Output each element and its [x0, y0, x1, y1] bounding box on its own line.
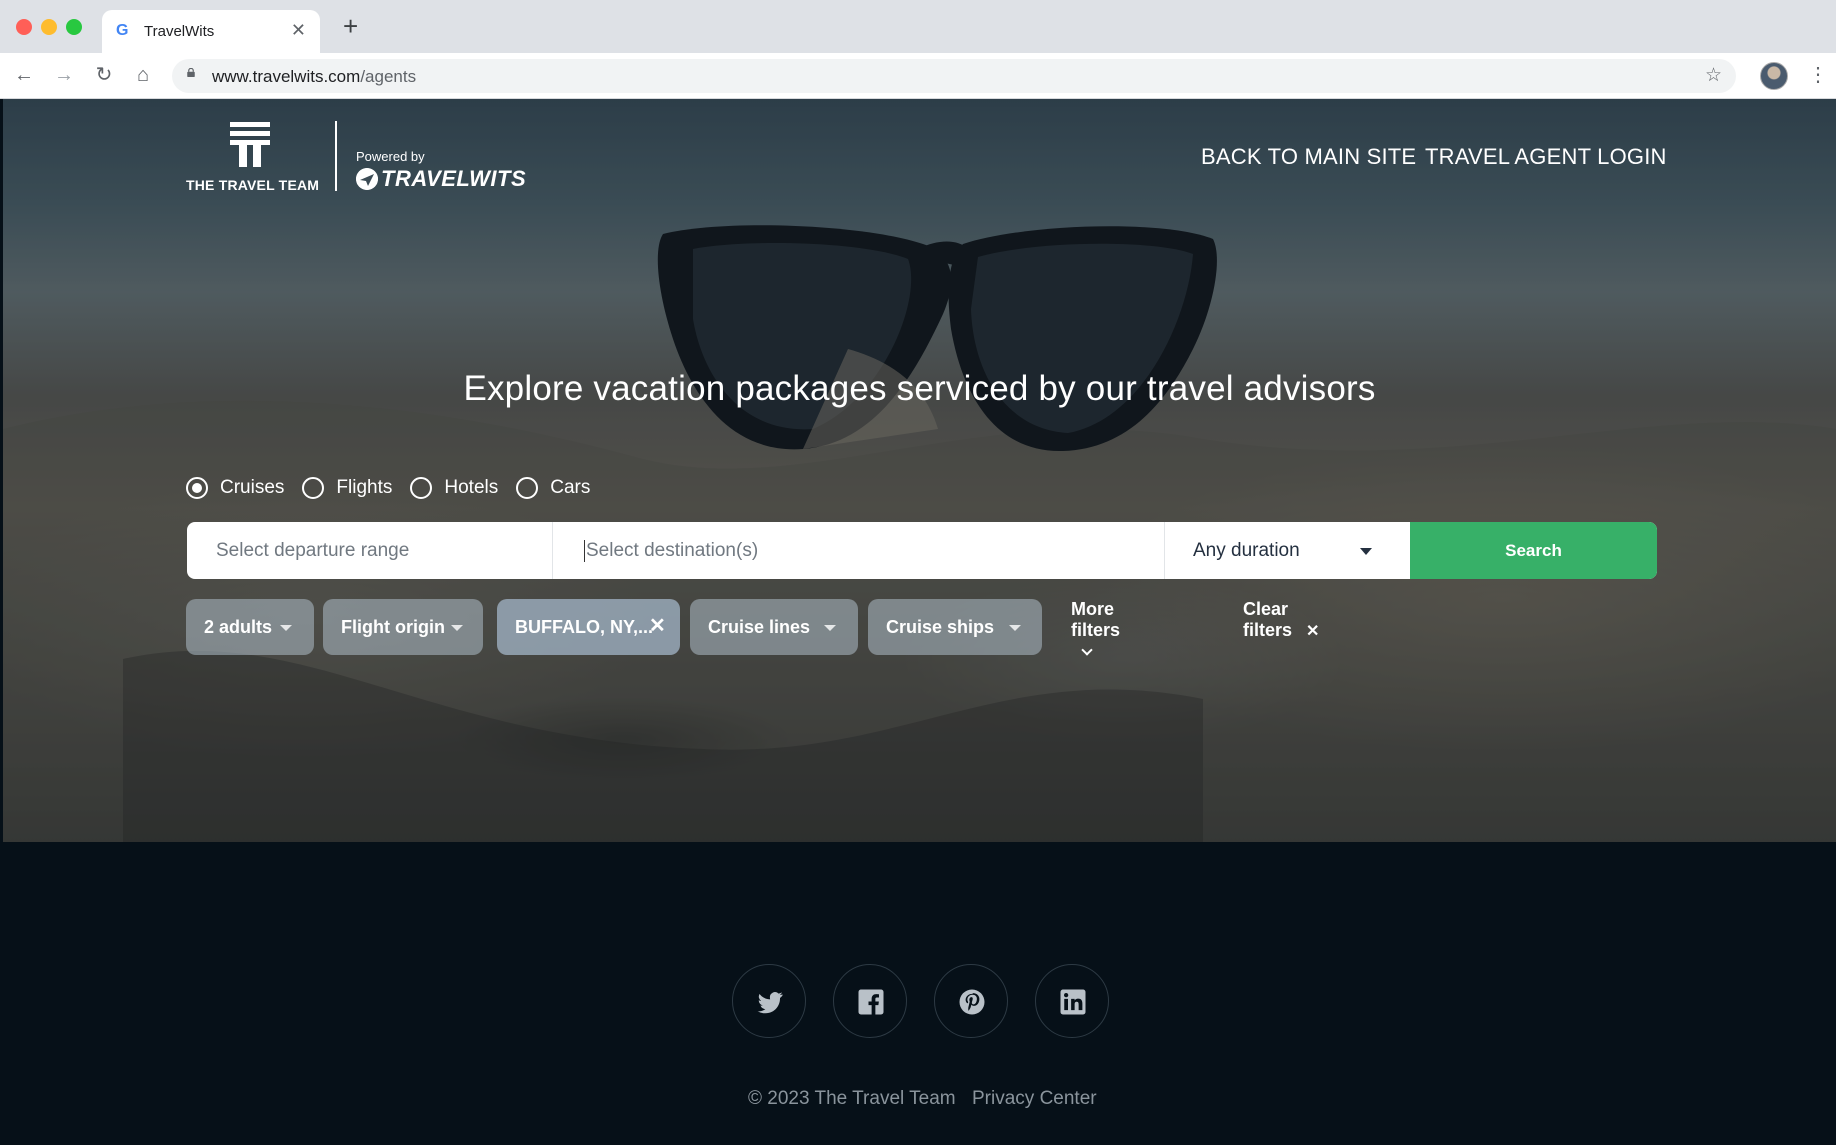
caret-down-icon	[280, 625, 292, 631]
remove-chip-icon[interactable]: ✕	[649, 616, 666, 636]
footer: © 2023 The Travel Team Privacy Center	[3, 842, 1836, 1145]
logo-name: THE TRAVEL TEAM	[186, 177, 320, 193]
cruise-ships-filter-chip[interactable]: Cruise ships	[868, 599, 1042, 655]
caret-down-icon	[451, 625, 463, 631]
chevron-down-icon	[1081, 644, 1093, 656]
facebook-icon	[858, 989, 884, 1015]
clear-filters-button[interactable]: Clear filters ✕	[1243, 599, 1319, 655]
duration-value: Any duration	[1193, 540, 1300, 561]
pinterest-link[interactable]	[934, 964, 1008, 1038]
hero-section: THE TRAVEL TEAM Powered by TRAVELWITS BA…	[3, 99, 1836, 842]
twitter-link[interactable]	[732, 964, 806, 1038]
duration-select[interactable]: Any duration	[1165, 522, 1410, 579]
reload-icon[interactable]: ↻	[92, 63, 116, 87]
radio-cars[interactable]: Cars	[516, 477, 590, 499]
twitter-icon	[757, 992, 783, 1014]
caret-down-icon	[824, 625, 836, 631]
browser-tab[interactable]: G TravelWits ✕	[102, 10, 320, 53]
maximize-window-button[interactable]	[66, 19, 82, 35]
facebook-link[interactable]	[833, 964, 907, 1038]
radio-label: Hotels	[444, 477, 499, 498]
hero-overlay	[3, 99, 1836, 842]
powered-by-text: Powered by	[356, 149, 425, 164]
radio-unchecked-icon[interactable]	[516, 477, 539, 499]
radio-hotels[interactable]: Hotels	[410, 477, 498, 499]
adults-filter-chip[interactable]: 2 adults	[186, 599, 314, 655]
travelwits-brand: TRAVELWITS	[381, 166, 527, 191]
search-button[interactable]: Search	[1410, 522, 1657, 579]
travelwits-logo-icon	[356, 168, 378, 190]
close-icon: ✕	[1306, 623, 1320, 640]
more-filters-label: More filters	[1071, 599, 1121, 640]
cruise-lines-filter-chip[interactable]: Cruise lines	[690, 599, 858, 655]
flight-origin-label: Flight origin	[341, 617, 445, 637]
browser-chrome: G TravelWits ✕ + ← → ↻ ⌂ www.travelwits.…	[0, 0, 1836, 99]
address-bar[interactable]: www.travelwits.com/agents ☆	[172, 59, 1736, 93]
radio-label: Flights	[336, 477, 393, 498]
privacy-center-link[interactable]: Privacy Center	[972, 1088, 1097, 1110]
logo-divider	[335, 121, 337, 191]
cruise-ships-label: Cruise ships	[886, 617, 995, 637]
home-icon[interactable]: ⌂	[131, 63, 155, 87]
radio-unchecked-icon[interactable]	[410, 477, 433, 499]
new-tab-icon[interactable]: +	[343, 13, 358, 39]
radio-label: Cruises	[220, 477, 285, 498]
radio-checked-icon[interactable]	[186, 477, 208, 499]
search-bar: Select departure range Select destinatio…	[187, 522, 1657, 579]
destination-placeholder: Select destination(s)	[586, 540, 759, 561]
linkedin-icon	[1060, 989, 1086, 1015]
radio-unchecked-icon[interactable]	[302, 477, 325, 499]
minimize-window-button[interactable]	[41, 19, 57, 35]
close-window-button[interactable]	[16, 19, 32, 35]
origin-selected-label: BUFFALO, NY,...	[515, 617, 654, 637]
radio-flights[interactable]: Flights	[302, 477, 392, 499]
url-text: www.travelwits.com/agents	[212, 67, 417, 86]
travel-agent-login-link[interactable]: TRAVEL AGENT LOGIN	[1425, 144, 1667, 170]
departure-range-input[interactable]: Select departure range	[187, 522, 553, 579]
adults-filter-label: 2 adults	[204, 617, 273, 637]
forward-arrow-icon[interactable]: →	[52, 63, 76, 87]
origin-selected-chip[interactable]: BUFFALO, NY,... ✕	[497, 599, 680, 655]
radio-cruises[interactable]: Cruises	[186, 477, 284, 499]
google-favicon-icon: G	[116, 22, 129, 39]
pinterest-icon	[959, 989, 985, 1015]
browser-toolbar: ← → ↻ ⌂ www.travelwits.com/agents ☆ ⋮	[0, 53, 1836, 99]
profile-avatar[interactable]	[1760, 62, 1788, 90]
browser-menu-icon[interactable]: ⋮	[1808, 63, 1828, 87]
text-caret	[584, 539, 585, 562]
clear-filters-label: Clear filters	[1243, 599, 1293, 640]
linkedin-link[interactable]	[1035, 964, 1109, 1038]
back-to-main-site-link[interactable]: BACK TO MAIN SITE	[1201, 144, 1416, 170]
radio-label: Cars	[550, 477, 591, 498]
more-filters-button[interactable]: More filters	[1071, 599, 1121, 656]
caret-down-icon	[1360, 548, 1372, 555]
hero-headline: Explore vacation packages serviced by ou…	[463, 369, 1376, 408]
tab-close-icon[interactable]: ✕	[291, 21, 306, 39]
bookmark-star-icon[interactable]: ☆	[1705, 64, 1722, 87]
copyright-text: © 2023 The Travel Team	[748, 1088, 956, 1109]
search-type-radio-group: Cruises Flights Hotels Cars	[186, 475, 608, 501]
lock-icon	[187, 68, 195, 77]
caret-down-icon	[1009, 625, 1021, 631]
flight-origin-filter-chip[interactable]: Flight origin	[323, 599, 483, 655]
cruise-lines-label: Cruise lines	[708, 617, 811, 637]
destination-input[interactable]: Select destination(s)	[553, 522, 1165, 579]
back-arrow-icon[interactable]: ←	[12, 63, 36, 87]
tab-title: TravelWits	[144, 23, 215, 40]
